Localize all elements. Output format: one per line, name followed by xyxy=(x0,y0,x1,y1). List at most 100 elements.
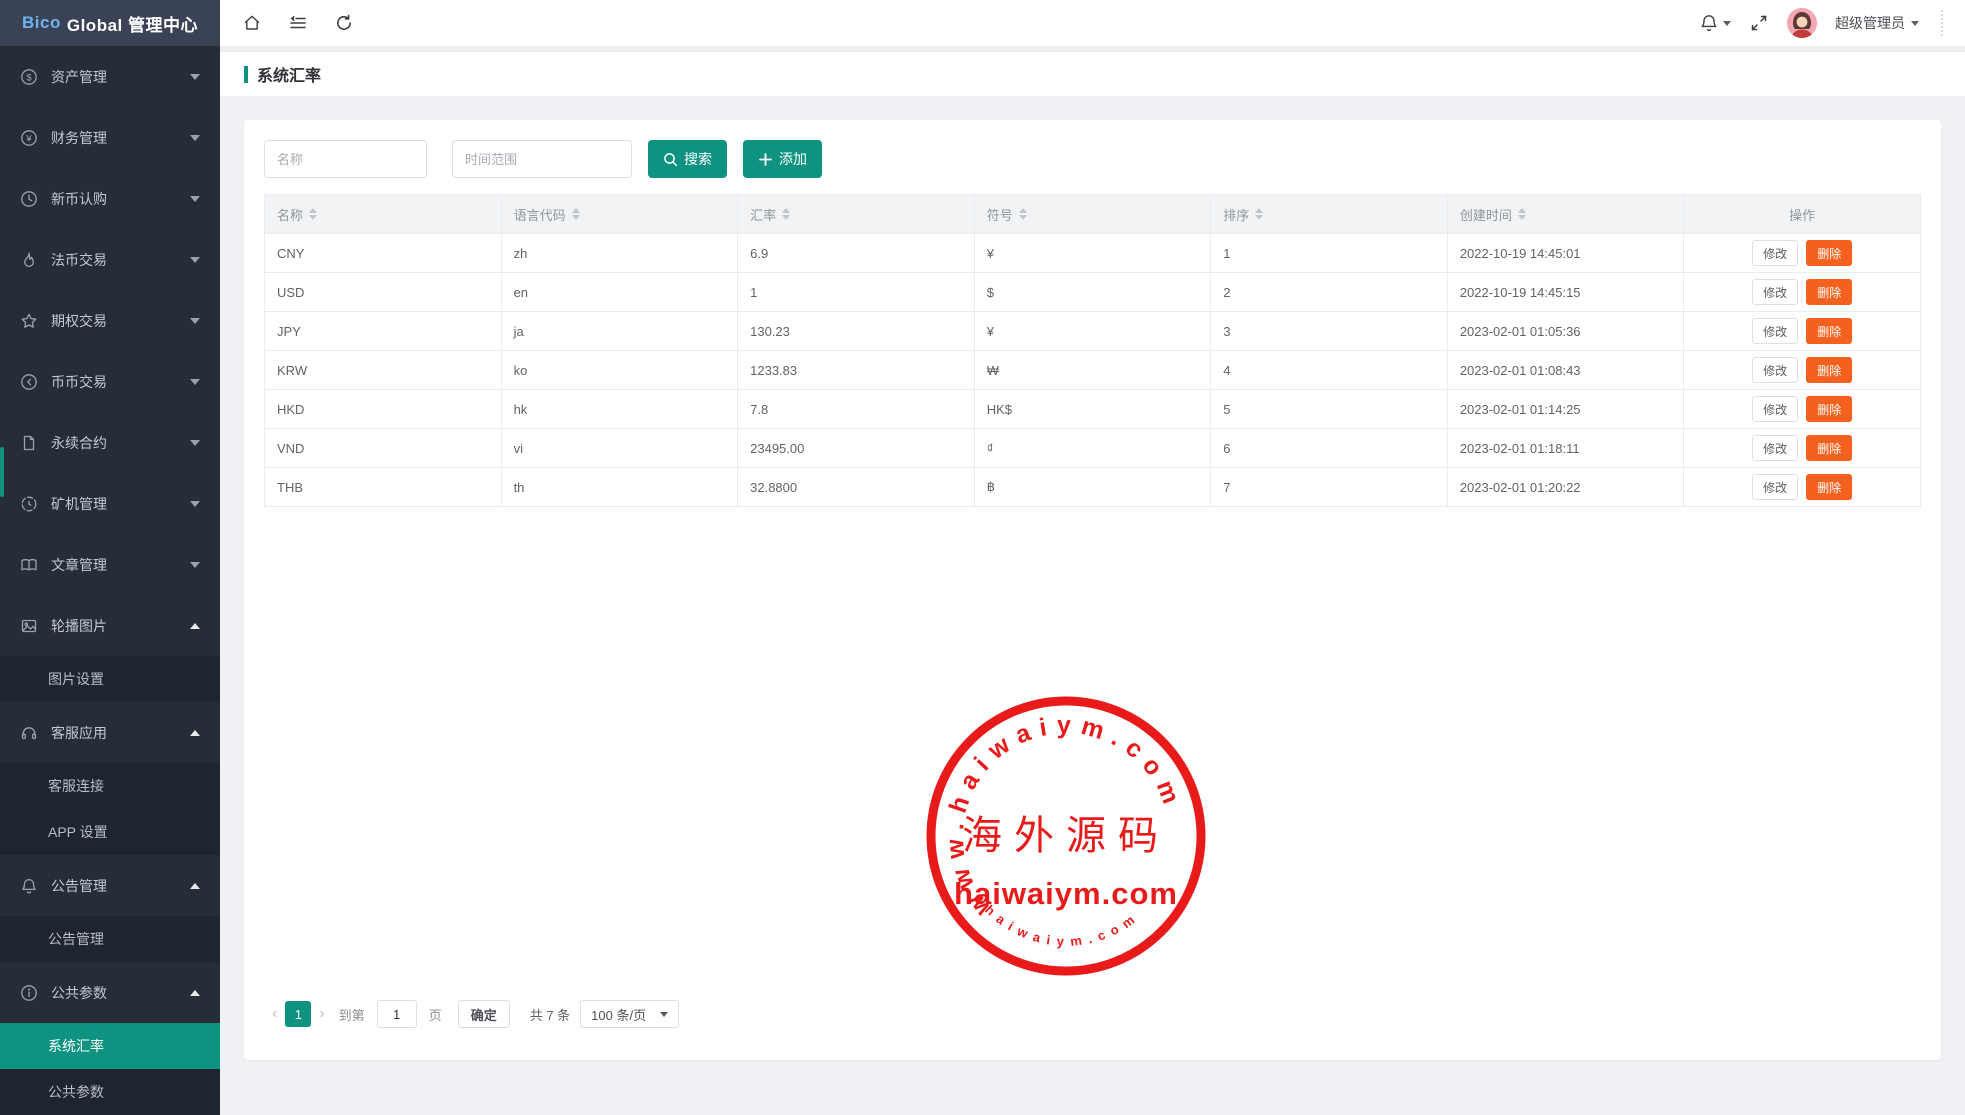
sidebar-item-fiat[interactable]: 法币交易 xyxy=(0,229,220,290)
page-size-value: 100 条/页 xyxy=(591,1005,646,1024)
page-size-select[interactable]: 100 条/页 xyxy=(580,1000,679,1028)
svg-text:$: $ xyxy=(26,72,32,83)
svg-text:www.haiwaiym.com: www.haiwaiym.com xyxy=(940,711,1188,922)
sort-icon[interactable] xyxy=(1255,208,1263,220)
column-header-label: 排序 xyxy=(1223,205,1249,224)
column-header: 操作 xyxy=(1684,195,1921,234)
edit-button[interactable]: 修改 xyxy=(1752,396,1798,422)
cell-created: 2022-10-19 14:45:15 xyxy=(1447,273,1684,312)
home-icon[interactable] xyxy=(242,13,262,33)
collapse-menu-icon[interactable] xyxy=(288,13,308,33)
cell-name: VND xyxy=(265,429,502,468)
cell-sort: 6 xyxy=(1211,429,1448,468)
cell-rate: 130.23 xyxy=(738,312,975,351)
page-title: 系统汇率 xyxy=(257,62,321,86)
confirm-page-button[interactable]: 确定 xyxy=(458,1000,510,1028)
chevron-down-icon xyxy=(190,562,200,568)
goto-suffix: 页 xyxy=(429,1005,442,1024)
cell-code: vi xyxy=(501,429,738,468)
cell-symbol: ¥ xyxy=(974,234,1211,273)
refresh-icon[interactable] xyxy=(334,13,354,33)
submenu-support: 客服连接APP 设置 xyxy=(0,763,220,855)
cell-rate: 6.9 xyxy=(738,234,975,273)
bell-icon xyxy=(1699,13,1719,33)
edit-button[interactable]: 修改 xyxy=(1752,435,1798,461)
sort-icon[interactable] xyxy=(309,208,317,220)
main-area: 超级管理员 系统汇率 搜索 xyxy=(220,0,1965,1115)
delete-button[interactable]: 删除 xyxy=(1806,318,1852,344)
sidebar-item-params[interactable]: 公共参数 xyxy=(0,962,220,1023)
user-menu[interactable]: 超级管理员 xyxy=(1835,13,1919,33)
chevron-down-icon xyxy=(190,379,200,385)
column-header-label: 操作 xyxy=(1789,205,1815,224)
sidebar-item-assets[interactable]: $ 资产管理 xyxy=(0,46,220,107)
edit-button[interactable]: 修改 xyxy=(1752,474,1798,500)
sidebar-item-carousel[interactable]: 轮播图片 xyxy=(0,595,220,656)
drawer-handle[interactable] xyxy=(1941,10,1945,36)
sidebar-subitem-support-link[interactable]: 客服连接 xyxy=(0,763,220,809)
avatar[interactable] xyxy=(1787,8,1817,38)
sort-icon[interactable] xyxy=(1518,208,1526,220)
goto-page-input[interactable] xyxy=(377,1000,417,1028)
cell-created: 2022-10-19 14:45:01 xyxy=(1447,234,1684,273)
next-page-button[interactable]: › xyxy=(311,1005,332,1023)
sidebar-item-label: 文章管理 xyxy=(51,555,190,575)
name-filter-input[interactable] xyxy=(264,140,427,178)
chevron-down-icon xyxy=(1911,21,1919,26)
cell-name: THB xyxy=(265,468,502,507)
cell-actions: 修改删除 xyxy=(1684,429,1921,468)
chevron-up-icon xyxy=(190,730,200,736)
edit-button[interactable]: 修改 xyxy=(1752,240,1798,266)
add-button[interactable]: 添加 xyxy=(743,140,822,178)
sidebar-scrollbar-thumb[interactable] xyxy=(0,447,4,497)
cell-created: 2023-02-01 01:14:25 xyxy=(1447,390,1684,429)
sidebar-subitem-app-settings[interactable]: APP 设置 xyxy=(0,809,220,855)
cell-symbol: ฿ xyxy=(974,468,1211,507)
delete-button[interactable]: 删除 xyxy=(1806,279,1852,305)
sidebar-item-finance[interactable]: ¥ 财务管理 xyxy=(0,107,220,168)
sidebar-subitem-image-settings[interactable]: 图片设置 xyxy=(0,656,220,702)
date-range-input[interactable] xyxy=(452,140,632,178)
sidebar-item-label: 期权交易 xyxy=(51,311,190,331)
sidebar-subitem-system-rates[interactable]: 系统汇率 xyxy=(0,1023,220,1069)
topbar-left xyxy=(242,13,354,33)
cell-sort: 3 xyxy=(1211,312,1448,351)
delete-button[interactable]: 删除 xyxy=(1806,240,1852,266)
search-button[interactable]: 搜索 xyxy=(648,140,727,178)
sidebar-item-spot[interactable]: 币币交易 xyxy=(0,351,220,412)
document-icon xyxy=(20,434,38,452)
edit-button[interactable]: 修改 xyxy=(1752,318,1798,344)
delete-button[interactable]: 删除 xyxy=(1806,396,1852,422)
rates-card: 搜索 添加 名称语言代码汇率符号排序创建时间操作 CNYzh6.9¥12022-… xyxy=(244,120,1941,1060)
sort-icon[interactable] xyxy=(782,208,790,220)
fullscreen-icon[interactable] xyxy=(1749,13,1769,33)
coin-yen-icon: ¥ xyxy=(20,129,38,147)
notifications-button[interactable] xyxy=(1699,13,1731,33)
table-row: JPYja130.23¥32023-02-01 01:05:36修改删除 xyxy=(265,312,1921,351)
sidebar-item-miner[interactable]: 矿机管理 xyxy=(0,473,220,534)
delete-button[interactable]: 删除 xyxy=(1806,357,1852,383)
content: 搜索 添加 名称语言代码汇率符号排序创建时间操作 CNYzh6.9¥12022-… xyxy=(220,96,1965,1115)
sidebar-item-options[interactable]: 期权交易 xyxy=(0,290,220,351)
delete-button[interactable]: 删除 xyxy=(1806,435,1852,461)
page-1-button[interactable]: 1 xyxy=(285,1001,311,1027)
edit-button[interactable]: 修改 xyxy=(1752,279,1798,305)
sidebar-item-perpetual[interactable]: 永续合约 xyxy=(0,412,220,473)
column-header-label: 符号 xyxy=(987,205,1013,224)
delete-button[interactable]: 删除 xyxy=(1806,474,1852,500)
table-header-row: 名称语言代码汇率符号排序创建时间操作 xyxy=(265,195,1921,234)
cell-created: 2023-02-01 01:18:11 xyxy=(1447,429,1684,468)
sidebar-item-support[interactable]: 客服应用 xyxy=(0,702,220,763)
edit-button[interactable]: 修改 xyxy=(1752,357,1798,383)
sidebar-item-new-coin[interactable]: 新币认购 xyxy=(0,168,220,229)
sidebar-subitem-announce-manage[interactable]: 公告管理 xyxy=(0,916,220,962)
sort-icon[interactable] xyxy=(1019,208,1027,220)
prev-page-button[interactable]: ‹ xyxy=(264,1005,285,1023)
goto-prefix: 到第 xyxy=(339,1005,365,1024)
chevron-up-icon xyxy=(190,990,200,996)
sidebar-item-articles[interactable]: 文章管理 xyxy=(0,534,220,595)
sidebar-item-announce[interactable]: 公告管理 xyxy=(0,855,220,916)
watermark-arc-top-text: www.haiwaiym.com xyxy=(940,711,1188,922)
sidebar-subitem-public-params[interactable]: 公共参数 xyxy=(0,1069,220,1115)
sort-icon[interactable] xyxy=(572,208,580,220)
